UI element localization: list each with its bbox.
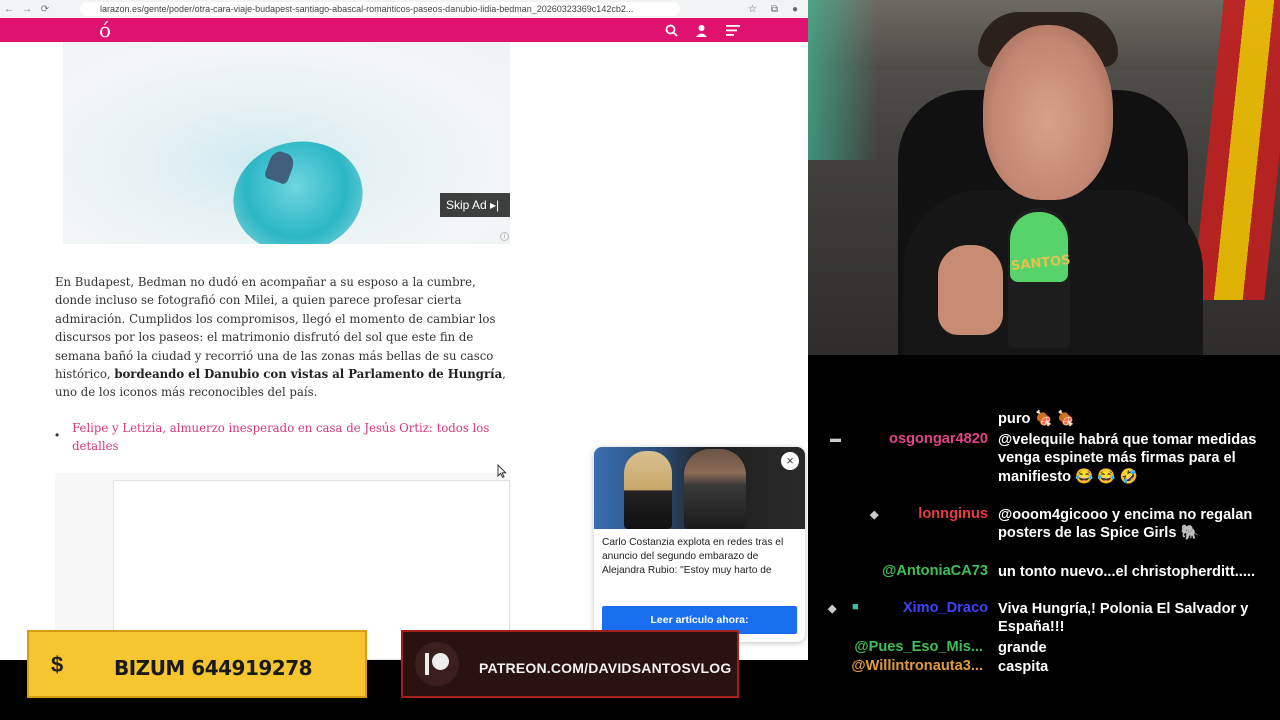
chat-username: Ximo_Draco xyxy=(902,600,988,616)
chat-text: @ooom4gicooo y encima no regalan posters… xyxy=(998,507,1253,542)
related-article-link[interactable]: Felipe y Letizia, almuerzo inesperado en… xyxy=(72,419,515,456)
chat-username: osgongar4820 xyxy=(889,431,988,447)
mouse-cursor-icon xyxy=(497,464,507,478)
chat-text: @velequile habrá que tomar medidas venga… xyxy=(998,432,1257,485)
search-icon[interactable] xyxy=(662,21,680,39)
article-paragraph: En Budapest, Bedman no dudó en acompañar… xyxy=(55,273,515,402)
user-icon[interactable] xyxy=(692,21,710,39)
browser-window: ← → ⟳ larazon.es/gente/poder/otra-cara-v… xyxy=(0,0,808,660)
gem-badge-icon: ◆ xyxy=(870,509,879,521)
bullet: • xyxy=(55,428,60,442)
reload-icon[interactable]: ⟳ xyxy=(36,4,54,15)
popup-thumbnail[interactable] xyxy=(594,447,805,529)
article-text-bold: bordeando el Danubio con vistas al Parla… xyxy=(114,367,503,382)
chat-text: caspita xyxy=(998,659,1049,675)
chat-text: grande xyxy=(998,640,1047,656)
patreon-logo-icon xyxy=(415,642,459,686)
site-header: ó xyxy=(0,18,808,42)
chat-username: @AntoniaCA73 xyxy=(882,563,988,579)
chat-text: un tonto nuevo...el christopherditt..... xyxy=(998,564,1256,580)
chat-username: @Willintronauta3... xyxy=(851,658,983,674)
streamer-head xyxy=(983,25,1113,200)
extensions-icon[interactable]: ⧉ xyxy=(771,4,778,15)
back-icon[interactable]: ← xyxy=(0,4,18,15)
dollar-icon: $ xyxy=(51,652,64,677)
chat-overlay: puro 🍖 🍖 ▬ osgongar4820 @velequile habrá… xyxy=(808,395,1280,685)
site-logo[interactable]: ó xyxy=(94,18,116,42)
bookmark-star-icon[interactable]: ☆ xyxy=(748,4,757,15)
skip-ad-button[interactable]: Skip Ad ▸| xyxy=(440,193,510,217)
chat-text: puro 🍖 🍖 xyxy=(998,411,1075,427)
emote-badge-icon: ■ xyxy=(852,601,859,613)
webcam-feed: SANTOS xyxy=(808,0,1280,355)
menu-icon[interactable] xyxy=(724,21,742,39)
bizum-donation-banner: $ BIZUM 644919278 xyxy=(27,630,367,698)
ad-info-icon[interactable]: i xyxy=(500,232,509,241)
article-text-start: En Budapest, Bedman no dudó en acompañar… xyxy=(55,275,496,382)
address-bar: ← → ⟳ larazon.es/gente/poder/otra-cara-v… xyxy=(0,0,808,18)
popup-headline[interactable]: Carlo Costanzia explota en redes tras el… xyxy=(602,536,800,578)
related-article: • Felipe y Letizia, almuerzo inesperado … xyxy=(55,419,515,456)
browser-toolbar-icons: ☆ ⧉ ● xyxy=(748,4,798,15)
gem-badge-icon: ◆ xyxy=(828,603,837,615)
sub-badge-icon: ▬ xyxy=(830,433,841,445)
thumbnail-person-right xyxy=(684,449,746,529)
forward-icon[interactable]: → xyxy=(18,4,36,15)
patreon-banner: PATREON.COM/DAVIDSANTOSVLOG xyxy=(401,630,739,698)
thumbnail-person-left xyxy=(624,451,672,529)
screen: ← → ⟳ larazon.es/gente/poder/otra-cara-v… xyxy=(0,0,1280,720)
video-frame-pool xyxy=(222,129,374,244)
profile-icon[interactable]: ● xyxy=(792,4,798,15)
url-field[interactable]: larazon.es/gente/poder/otra-cara-viaje-b… xyxy=(80,2,680,16)
patreon-url: PATREON.COM/DAVIDSANTOSVLOG xyxy=(479,660,732,676)
chat-text: Viva Hungría,! Polonia El Salvador y Esp… xyxy=(998,601,1249,636)
chat-username: lonnginus xyxy=(918,506,988,522)
close-icon[interactable]: × xyxy=(781,452,799,470)
chat-username: @Pues_Eso_Mis... xyxy=(854,639,983,655)
webcam-light xyxy=(808,0,878,160)
bizum-number: BIZUM 644919278 xyxy=(114,656,313,680)
recommended-article-popup[interactable]: × Carlo Costanzia explota en redes tras … xyxy=(594,447,805,642)
streamer-hand xyxy=(938,245,1003,335)
